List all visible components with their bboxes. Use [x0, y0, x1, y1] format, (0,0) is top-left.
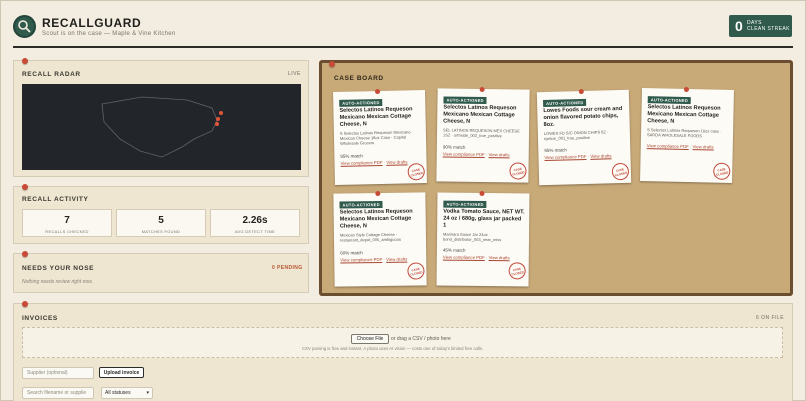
- needs-your-nose-panel: [13, 253, 309, 293]
- view-compliance-pdf-link[interactable]: View compliance PDF: [443, 255, 485, 260]
- case-card[interactable]: AUTO-ACTIONED Selectos Latinos Requeson …: [436, 86, 530, 183]
- pin-icon: [22, 251, 28, 257]
- case-board-title: CASE BOARD: [334, 75, 384, 82]
- clean-streak-badge: 0 DAYS CLEAN STREAK: [729, 15, 792, 37]
- case-links: View compliance PDF · View drafts: [442, 254, 510, 261]
- pin-icon: [22, 301, 28, 307]
- status-badge: AUTO-ACTIONED: [339, 200, 383, 209]
- view-compliance-pdf-link[interactable]: View compliance PDF: [340, 257, 382, 263]
- invoice-search-input[interactable]: Search filename or supplie: [22, 387, 94, 399]
- status-badge: AUTO-ACTIONED: [647, 96, 692, 105]
- dropzone-note: CSV parsing is free and instant. A photo…: [302, 346, 484, 351]
- case-title: Vodka Tomato Sauce, NET WT. 24 oz / 680g…: [443, 208, 525, 229]
- case-description: SEL LATINOS REQUESON MEX CHEESE 1SZ · or…: [442, 127, 520, 139]
- us-map-outline: [101, 96, 223, 158]
- case-title: Selectos Latinos Requeson Mexicano Mexic…: [647, 104, 721, 125]
- case-description: Marinara Sauce Jar 24oz · bond_distribut…: [442, 231, 502, 243]
- case-description: S Selectos Latinos Requeson Mexicano Mex…: [339, 129, 411, 146]
- view-drafts-link[interactable]: View drafts: [590, 153, 611, 159]
- view-compliance-pdf-link[interactable]: View compliance PDF: [443, 151, 485, 157]
- pin-icon: [375, 190, 381, 197]
- case-title: Selectos Latinos Requeson Mexicano Mexic…: [443, 104, 517, 125]
- radar-title: RECALL RADAR: [22, 71, 81, 78]
- app-tagline: Scout is on the case — Maple & Vine Kitc…: [42, 31, 176, 37]
- pin-icon: [22, 58, 28, 64]
- nose-empty-text: Nothing needs review right now.: [22, 279, 93, 285]
- match-score: 90% match: [442, 144, 466, 150]
- status-badge: AUTO-ACTIONED: [443, 96, 487, 105]
- view-drafts-link[interactable]: View drafts: [488, 152, 509, 157]
- activity-title: RECALL ACTIVITY: [22, 196, 89, 203]
- case-card[interactable]: AUTO-ACTIONED Selectos Latinos Requeson …: [333, 88, 427, 185]
- stat-recalls-checked: 7 RECALLS CHECKED: [22, 209, 112, 237]
- pending-count: 0 PENDING: [272, 265, 303, 271]
- pin-icon: [22, 184, 28, 190]
- invoice-dropzone[interactable]: [22, 327, 783, 358]
- view-drafts-link[interactable]: View drafts: [386, 159, 407, 164]
- view-compliance-pdf-link[interactable]: View compliance PDF: [647, 143, 689, 149]
- case-closed-stamp: CASE CLOSED: [507, 260, 528, 281]
- case-description: S Selectos Latinos Requeson 16oz case · …: [646, 127, 722, 139]
- radar-map[interactable]: [22, 84, 301, 170]
- case-closed-stamp: CASE CLOSED: [405, 260, 427, 282]
- choose-file-button[interactable]: Choose File: [351, 334, 389, 344]
- case-links: View compliance PDF · View drafts: [646, 143, 714, 150]
- status-badge: AUTO-ACTIONED: [443, 200, 487, 209]
- case-closed-stamp: CASE CLOSED: [610, 161, 631, 182]
- case-card[interactable]: AUTO-ACTIONED Selectos Latinos Requeson …: [333, 190, 427, 287]
- match-score: 95% match: [340, 153, 363, 159]
- supplier-input[interactable]: Supplier (optional): [22, 367, 94, 379]
- case-card[interactable]: AUTO-ACTIONED Lowes Foods sour cream and…: [536, 88, 632, 186]
- case-card[interactable]: AUTO-ACTIONED Selectos Latinos Requeson …: [640, 86, 734, 183]
- stat-matches-found: 5 MATCHES FOUND: [116, 209, 206, 237]
- case-title: Selectos Latinos Requeson Mexicano Mexic…: [339, 208, 413, 230]
- case-links: View compliance PDF · View drafts: [442, 151, 510, 158]
- streak-label: DAYS CLEAN STREAK: [747, 20, 790, 32]
- case-links: View compliance PDF · View drafts: [544, 153, 612, 161]
- nose-title: NEEDS YOUR NOSE: [22, 265, 95, 272]
- pin-icon: [374, 88, 381, 95]
- match-score: 45% match: [442, 247, 466, 253]
- radar-hit-marker: [216, 117, 220, 121]
- view-drafts-link[interactable]: View drafts: [386, 257, 407, 262]
- status-badge: AUTO-ACTIONED: [543, 98, 587, 108]
- radar-live-status: LIVE: [288, 71, 301, 77]
- invoices-count: 6 ON FILE: [756, 315, 785, 321]
- pin-icon: [329, 61, 335, 67]
- dropzone-hint: or drag a CSV / photo here: [391, 336, 451, 342]
- status-filter-select[interactable]: All statuses ▾: [101, 387, 153, 399]
- streak-count: 0: [735, 18, 743, 34]
- invoices-title: INVOICES: [22, 315, 58, 322]
- header-divider: [13, 46, 793, 48]
- case-description: LOWES FD S/C ONION CHIPS 8Z · rgetcm_001…: [543, 129, 609, 142]
- case-links: View compliance PDF · View drafts: [340, 256, 408, 263]
- view-drafts-link[interactable]: View drafts: [693, 144, 714, 149]
- radar-hit-marker: [215, 122, 219, 126]
- case-closed-stamp: CASE CLOSED: [508, 161, 528, 181]
- pin-icon: [479, 86, 485, 93]
- match-score: 60% match: [340, 250, 363, 256]
- case-title: Lowes Foods sour cream and onion flavore…: [543, 105, 623, 129]
- case-card[interactable]: AUTO-ACTIONED Vodka Tomato Sauce, NET WT…: [436, 190, 530, 287]
- pin-icon: [578, 88, 584, 95]
- view-compliance-pdf-link[interactable]: View compliance PDF: [544, 154, 586, 160]
- view-drafts-link[interactable]: View drafts: [489, 255, 510, 260]
- match-score: 95% match: [544, 147, 567, 154]
- logo-icon: [13, 15, 36, 38]
- case-description: Mexican Style Cottage Cheese · restauran…: [339, 231, 401, 243]
- case-links: View compliance PDF · View drafts: [340, 159, 408, 166]
- status-badge: AUTO-ACTIONED: [339, 98, 383, 107]
- stat-avg-detect-time: 2.26s AVG DETECT TIME: [210, 209, 300, 237]
- upload-invoice-button[interactable]: Upload invoice: [99, 367, 144, 378]
- case-title: Selectos Latinos Requeson Mexicano Mexic…: [339, 106, 413, 128]
- chevron-down-icon: ▾: [146, 390, 149, 396]
- radar-hit-marker: [219, 111, 223, 115]
- pin-icon: [479, 190, 485, 197]
- pin-icon: [683, 86, 690, 93]
- view-compliance-pdf-link[interactable]: View compliance PDF: [340, 160, 382, 166]
- app-title: RECALLGUARD: [42, 16, 142, 30]
- case-closed-stamp: CASE CLOSED: [711, 161, 732, 182]
